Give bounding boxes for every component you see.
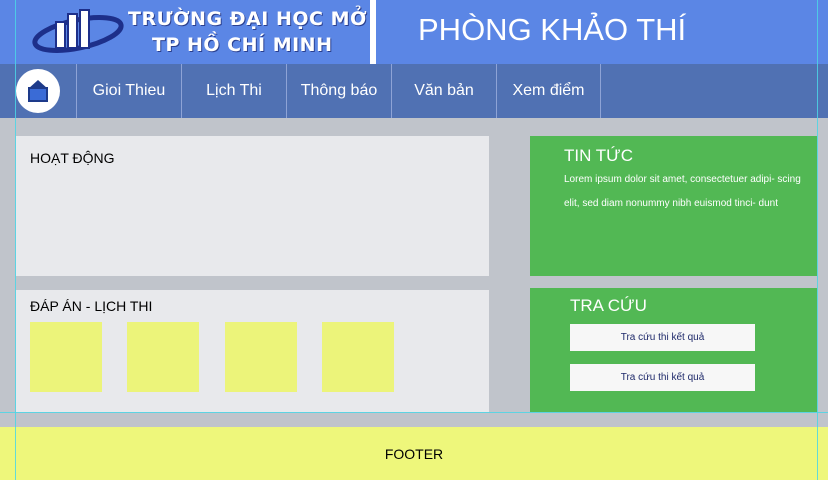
university-name-line1: TRƯỜNG ĐẠI HỌC MỞ [128, 8, 368, 30]
nav-item-thong-bao[interactable]: Thông báo [286, 64, 391, 118]
activities-panel: HOẠT ĐỘNG [16, 136, 489, 276]
university-emblem-icon [32, 9, 124, 53]
lookup-button-2[interactable]: Tra cứu thi kết quả [570, 364, 755, 391]
nav-item-lich-thi[interactable]: Lịch Thi [181, 64, 286, 118]
news-body: Lorem ipsum dolor sit amet, consectetuer… [564, 174, 801, 209]
answer-box-3[interactable] [225, 322, 297, 392]
home-button[interactable] [16, 69, 60, 113]
nav-item-gioi-thieu[interactable]: Gioi Thieu [76, 64, 181, 118]
page-title: PHÒNG KHẢO THÍ [418, 12, 687, 47]
nav-item-van-ban[interactable]: Văn bản [391, 64, 496, 118]
answer-box-1[interactable] [30, 322, 102, 392]
lookup-title: TRA CỨU [570, 296, 647, 315]
university-logo[interactable]: TRƯỜNG ĐẠI HỌC MỞ TP HỒ CHÍ MINH [16, 0, 370, 64]
answers-schedule-title: ĐÁP ÁN - LỊCH THI [30, 298, 153, 314]
home-icon [28, 80, 48, 102]
answers-schedule-panel: ĐÁP ÁN - LỊCH THI [16, 290, 489, 412]
guide-line-bottom [0, 412, 828, 413]
header-divider [370, 0, 376, 64]
answer-box-4[interactable] [322, 322, 394, 392]
news-title: TIN TỨC [564, 146, 633, 165]
answer-box-2[interactable] [127, 322, 199, 392]
lookup-button-1[interactable]: Tra cứu thi kết quả [570, 324, 755, 351]
footer: FOOTER [0, 427, 828, 480]
nav-item-xem-diem[interactable]: Xem điểm [496, 64, 601, 118]
activities-title: HOẠT ĐỘNG [30, 150, 115, 166]
news-panel: TIN TỨC Lorem ipsum dolor sit amet, cons… [530, 136, 817, 276]
university-name-line2: TP HỒ CHÍ MINH [152, 34, 333, 56]
lookup-panel: TRA CỨU Tra cứu thi kết quả Tra cứu thi … [530, 288, 817, 412]
